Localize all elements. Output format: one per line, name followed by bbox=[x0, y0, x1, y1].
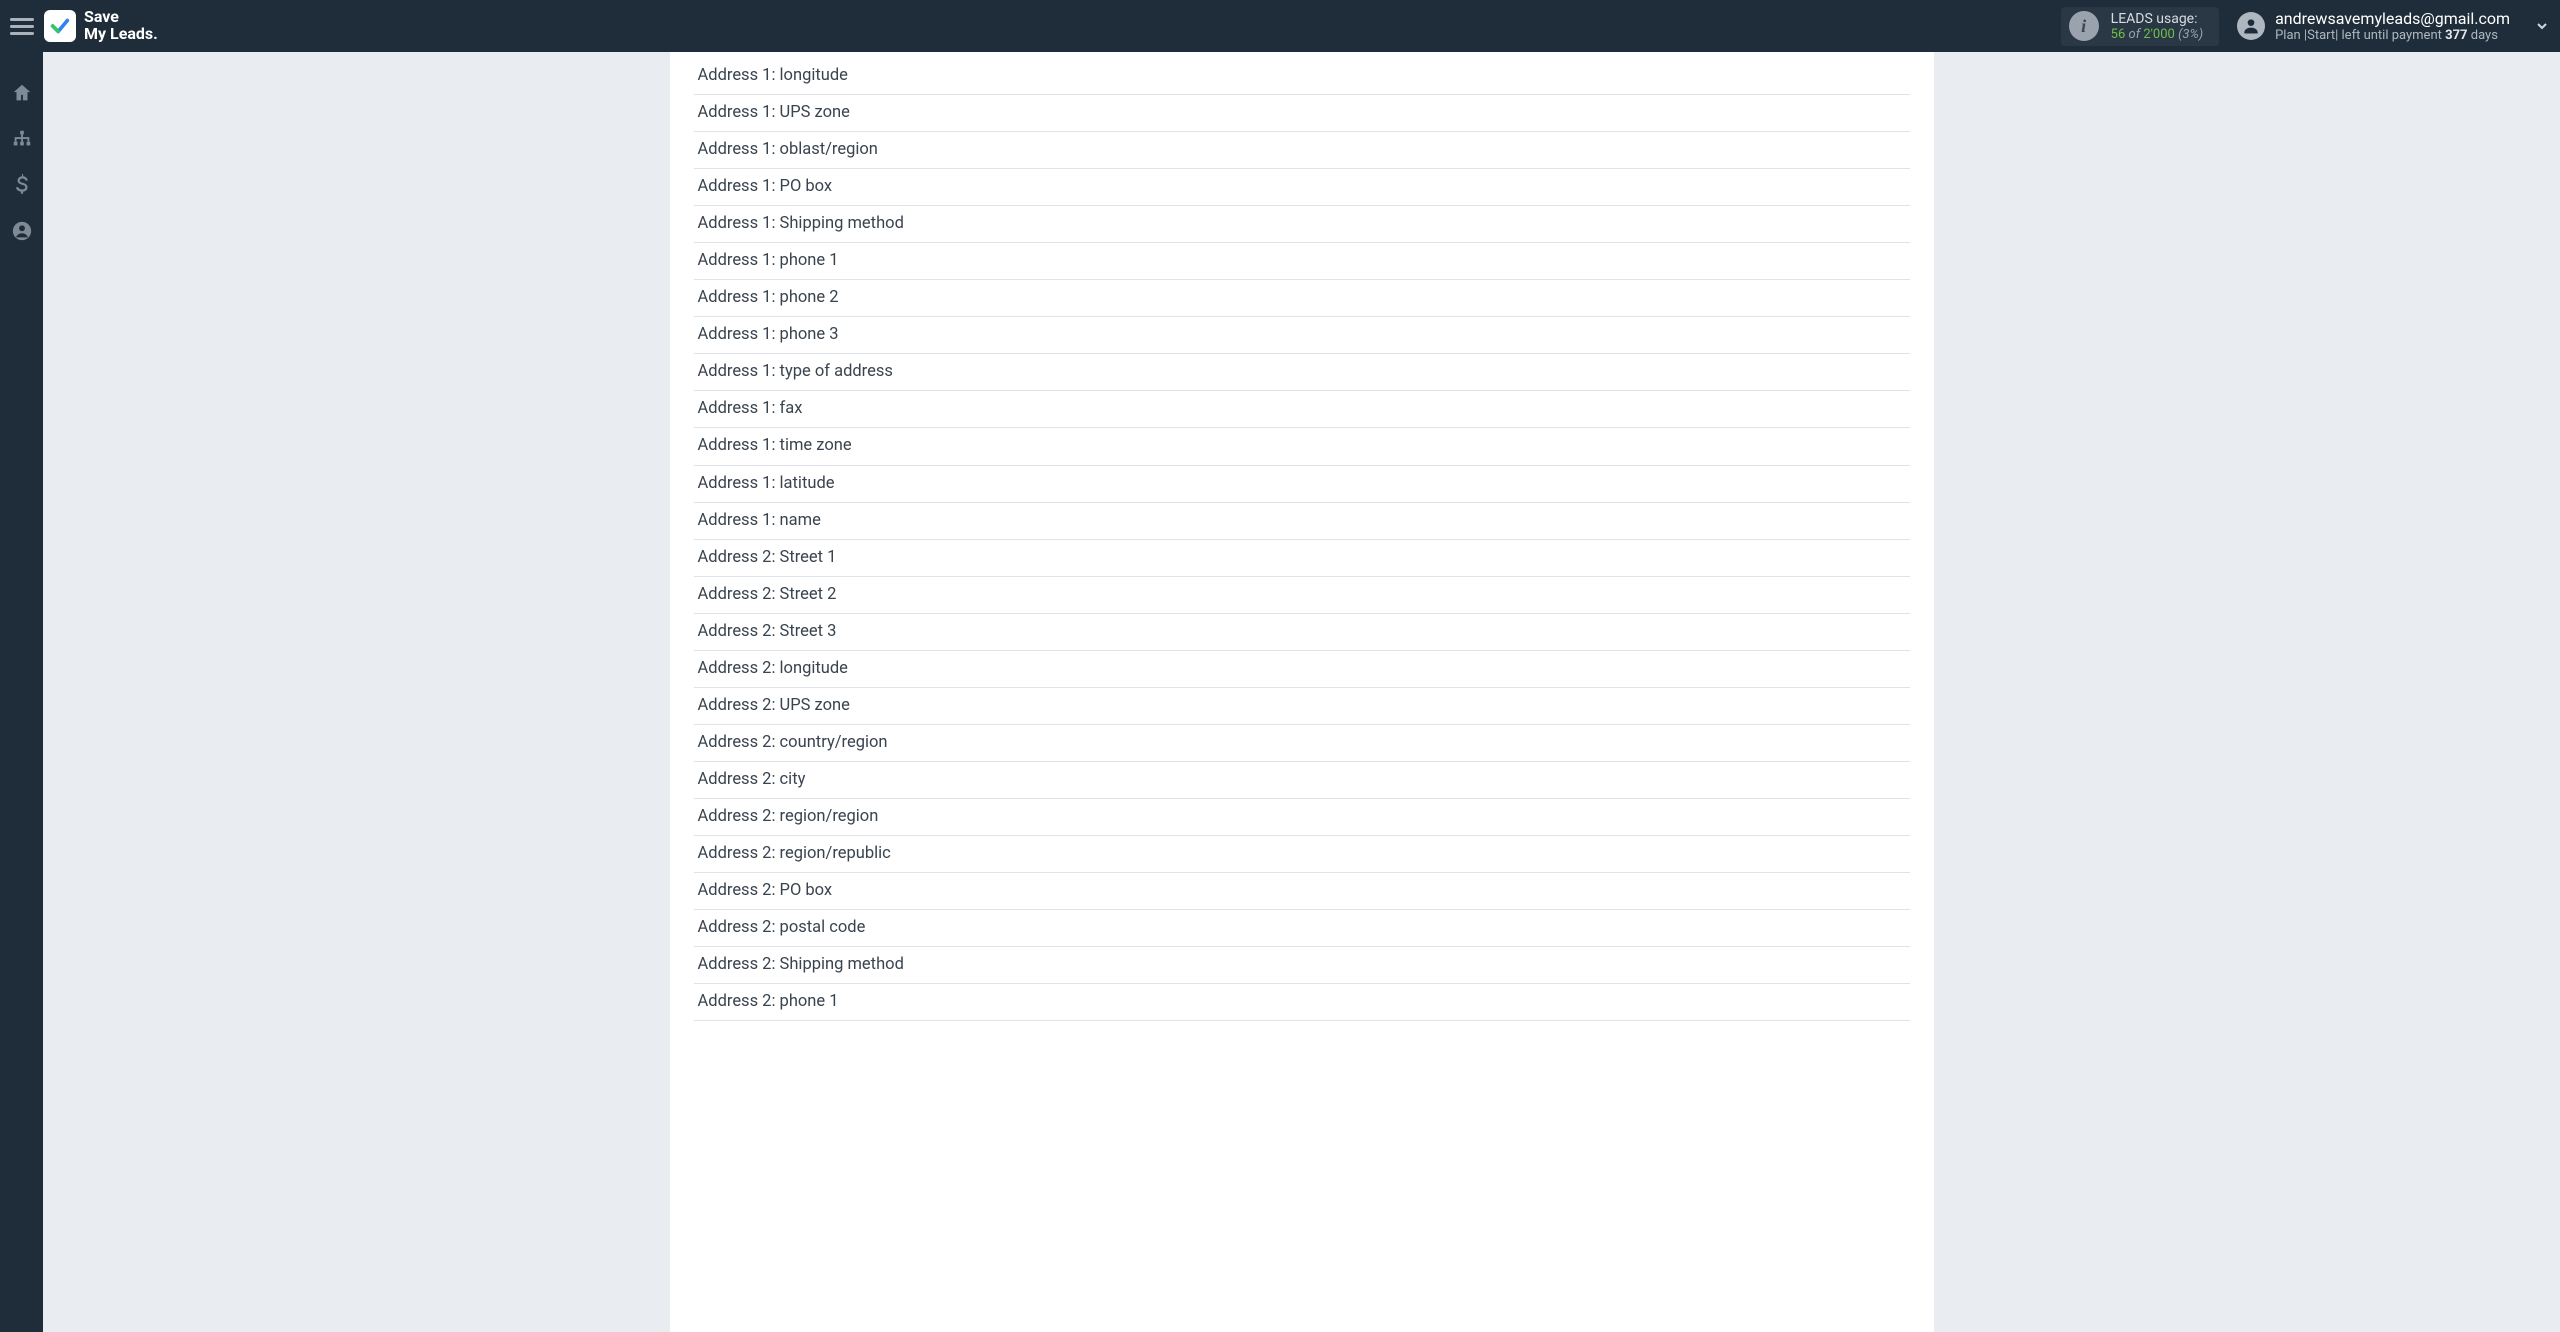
field-option[interactable]: Address 2: Street 1 bbox=[694, 540, 1910, 577]
billing-icon[interactable] bbox=[11, 174, 33, 196]
field-option[interactable]: Address 1: type of address bbox=[694, 354, 1910, 391]
field-option[interactable]: Address 2: city bbox=[694, 762, 1910, 799]
leads-usage-label: LEADS usage: bbox=[2111, 11, 2203, 27]
app-name-line2: My Leads. bbox=[84, 26, 158, 43]
page-body: Address 1: longitudeAddress 1: UPS zoneA… bbox=[43, 52, 2560, 1332]
topbar: Save My Leads. i LEADS usage: 56 of 2'00… bbox=[0, 0, 2560, 52]
plan-prefix: Plan |Start| left until payment bbox=[2275, 28, 2442, 43]
user-menu[interactable]: andrewsavemyleads@gmail.com Plan |Start|… bbox=[2237, 9, 2550, 43]
field-option[interactable]: Address 1: Shipping method bbox=[694, 206, 1910, 243]
field-list-card: Address 1: longitudeAddress 1: UPS zoneA… bbox=[670, 52, 1934, 1332]
plan-days-word: days bbox=[2471, 28, 2498, 43]
account-icon[interactable] bbox=[11, 220, 33, 242]
field-option[interactable]: Address 2: country/region bbox=[694, 725, 1910, 762]
field-option[interactable]: Address 2: Shipping method bbox=[694, 947, 1910, 984]
field-list: Address 1: longitudeAddress 1: UPS zoneA… bbox=[670, 52, 1934, 1021]
home-icon[interactable] bbox=[11, 82, 33, 104]
field-option[interactable]: Address 1: longitude bbox=[694, 52, 1910, 95]
leads-percent: (3%) bbox=[2178, 27, 2203, 42]
field-option[interactable]: Address 2: Street 2 bbox=[694, 577, 1910, 614]
integrations-icon[interactable] bbox=[11, 128, 33, 150]
field-option[interactable]: Address 1: time zone bbox=[694, 428, 1910, 465]
field-option[interactable]: Address 1: PO box bbox=[694, 169, 1910, 206]
field-option[interactable]: Address 1: latitude bbox=[694, 466, 1910, 503]
leads-used: 56 bbox=[2111, 27, 2126, 42]
app-name[interactable]: Save My Leads. bbox=[84, 9, 158, 43]
field-option[interactable]: Address 2: region/region bbox=[694, 799, 1910, 836]
chevron-down-icon[interactable] bbox=[2534, 18, 2550, 34]
field-option[interactable]: Address 2: longitude bbox=[694, 651, 1910, 688]
field-option[interactable]: Address 1: UPS zone bbox=[694, 95, 1910, 132]
leads-total: 2'000 bbox=[2143, 27, 2175, 42]
plan-days-number: 377 bbox=[2445, 28, 2467, 43]
field-option[interactable]: Address 2: postal code bbox=[694, 910, 1910, 947]
user-text: andrewsavemyleads@gmail.com Plan |Start|… bbox=[2275, 9, 2510, 43]
field-option[interactable]: Address 1: fax bbox=[694, 391, 1910, 428]
info-icon: i bbox=[2069, 11, 2099, 41]
sidebar bbox=[0, 52, 43, 1332]
field-option[interactable]: Address 1: phone 1 bbox=[694, 243, 1910, 280]
leads-of-word: of bbox=[2129, 27, 2141, 42]
leads-usage-box[interactable]: i LEADS usage: 56 of 2'000 (3%) bbox=[2061, 7, 2219, 46]
field-option[interactable]: Address 1: oblast/region bbox=[694, 132, 1910, 169]
field-option[interactable]: Address 1: phone 3 bbox=[694, 317, 1910, 354]
field-option[interactable]: Address 2: UPS zone bbox=[694, 688, 1910, 725]
field-option[interactable]: Address 1: name bbox=[694, 503, 1910, 540]
avatar-icon bbox=[2237, 12, 2265, 40]
leads-usage-text: LEADS usage: 56 of 2'000 (3%) bbox=[2111, 11, 2203, 42]
app-logo[interactable] bbox=[44, 10, 76, 42]
field-option[interactable]: Address 2: Street 3 bbox=[694, 614, 1910, 651]
field-option[interactable]: Address 1: phone 2 bbox=[694, 280, 1910, 317]
field-option[interactable]: Address 2: PO box bbox=[694, 873, 1910, 910]
menu-toggle[interactable] bbox=[10, 14, 34, 38]
field-option[interactable]: Address 2: region/republic bbox=[694, 836, 1910, 873]
field-option[interactable]: Address 2: phone 1 bbox=[694, 984, 1910, 1021]
user-email: andrewsavemyleads@gmail.com bbox=[2275, 9, 2510, 28]
checkmark-icon bbox=[49, 15, 71, 37]
